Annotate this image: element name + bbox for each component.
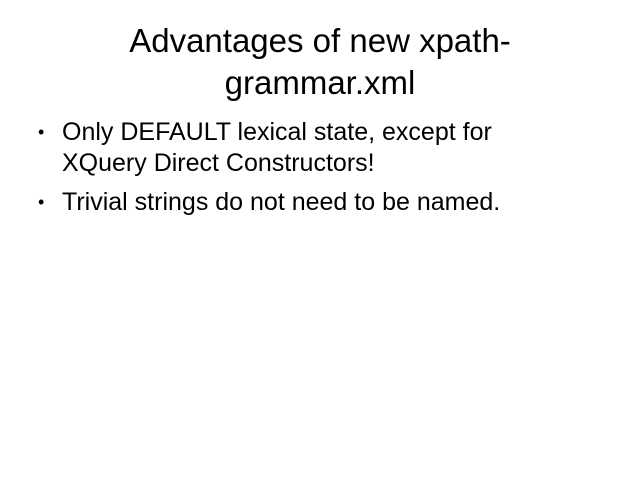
- bullet-dot-icon: •: [38, 122, 45, 142]
- bullet-list: • Only DEFAULT lexical state, except for…: [36, 117, 616, 226]
- slide: Advantages of new xpath- grammar.xml • O…: [0, 0, 640, 480]
- bullet-2-line-1: Trivial strings do not need to be named.: [62, 188, 501, 216]
- bullet-item-default-lexical-state: • Only DEFAULT lexical state, except for…: [36, 117, 616, 179]
- bullet-1-line-2: XQuery Direct Constructors!: [62, 149, 375, 177]
- slide-title: Advantages of new xpath- grammar.xml: [60, 20, 580, 104]
- bullet-item-trivial-strings: • Trivial strings do not need to be name…: [36, 187, 616, 218]
- bullet-dot-icon: •: [38, 192, 45, 212]
- slide-title-line-1: Advantages of new xpath-: [129, 22, 511, 59]
- slide-title-line-2: grammar.xml: [224, 64, 416, 101]
- bullet-1-line-1: Only DEFAULT lexical state, except for: [62, 118, 492, 146]
